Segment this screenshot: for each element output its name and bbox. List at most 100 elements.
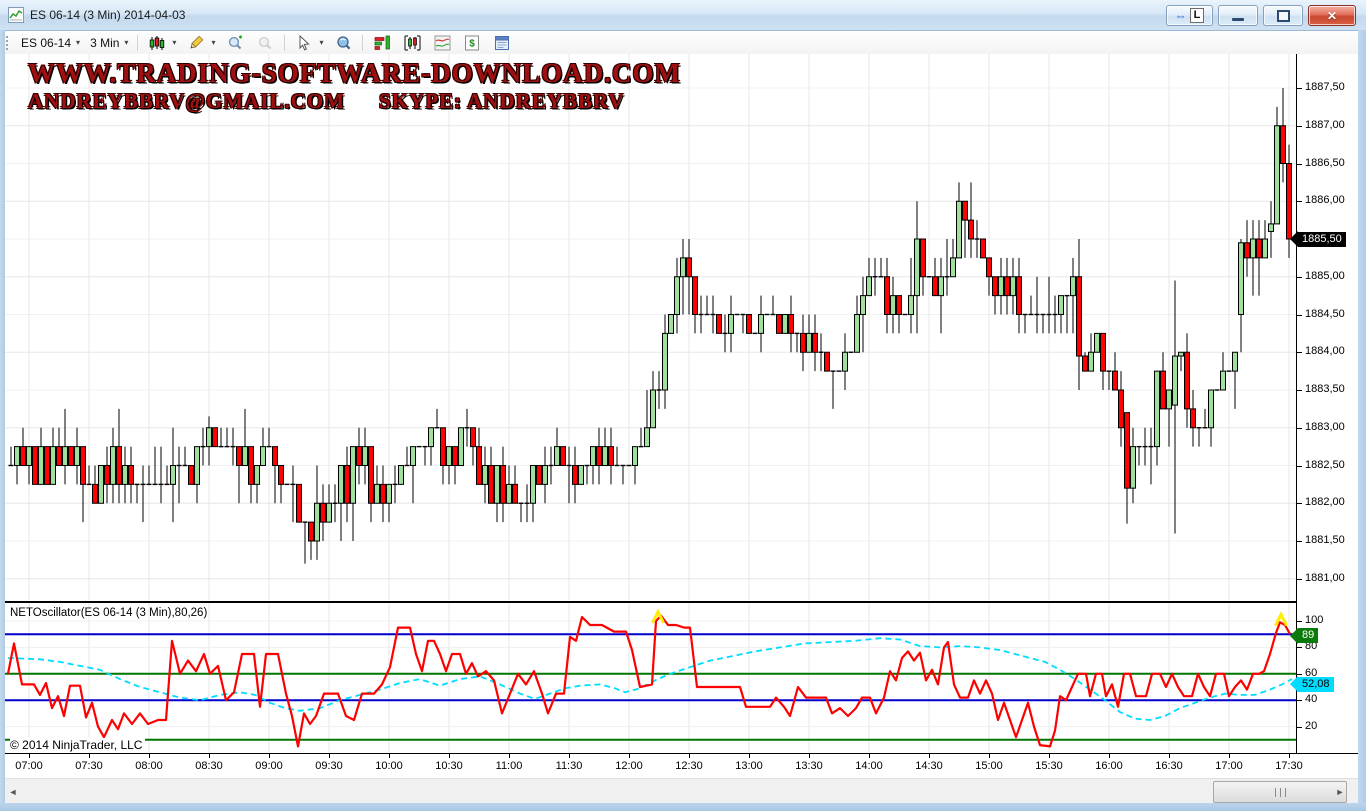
time-tick — [389, 754, 390, 758]
horizontal-scrollbar[interactable]: ◄ ► — [5, 778, 1358, 804]
time-tick — [629, 754, 630, 758]
zoom-out-button[interactable] — [250, 32, 280, 54]
time-tick-label: 13:30 — [789, 760, 829, 772]
data-box-button[interactable] — [487, 32, 517, 54]
market-depth-button[interactable] — [367, 32, 397, 54]
chevron-down-icon: ▾ — [211, 38, 215, 47]
oscillator-signal-badge: 52,08 — [1290, 676, 1334, 692]
window-title: ES 06-14 (3 Min) 2014-04-03 — [30, 8, 185, 22]
toolbar: ES 06-14 ▾ 3 Min ▾ ▾ — [0, 31, 1366, 55]
price-tick — [1297, 579, 1302, 580]
oscillator-plot[interactable] — [5, 603, 1297, 753]
time-axis[interactable]: 07:0007:3008:0008:3009:0009:3010:0010:30… — [5, 753, 1358, 779]
scrollbar-thumb[interactable] — [1213, 781, 1347, 803]
scroll-left-arrow-icon[interactable]: ◄ — [5, 779, 21, 804]
mini-chart-button[interactable] — [427, 32, 457, 54]
time-tick-label: 08:00 — [129, 760, 169, 772]
link-arrows-icon: ⇔ — [1175, 9, 1187, 23]
chart-trader-button[interactable] — [397, 32, 427, 54]
time-tick-label: 10:30 — [429, 760, 469, 772]
time-tick-label: 16:00 — [1089, 760, 1129, 772]
oscillator-tick-label: 40 — [1305, 693, 1317, 705]
draw-tool-button[interactable]: ▾ — [181, 32, 220, 54]
chevron-down-icon: ▾ — [319, 38, 323, 47]
scroll-right-arrow-icon[interactable]: ► — [1332, 779, 1348, 804]
price-tick — [1297, 88, 1302, 89]
toolbar-separator — [284, 35, 285, 51]
time-tick-label: 16:30 — [1149, 760, 1189, 772]
time-tick-label: 07:30 — [69, 760, 109, 772]
time-tick — [329, 754, 330, 758]
chart-window: ES 06-14 (3 Min) 2014-04-03 ⇔ L ✕ ES 06-… — [0, 0, 1366, 811]
copyright-text: © 2014 NinjaTrader, LLC — [10, 738, 145, 752]
price-tick-label: 1883,50 — [1305, 383, 1345, 395]
price-tick — [1297, 164, 1302, 165]
watermark-skype: SKYPE: ANDREYBBRV — [379, 89, 625, 113]
time-tick — [209, 754, 210, 758]
instrument-link-button[interactable]: ⇔ L — [1166, 5, 1213, 26]
time-tick-label: 07:00 — [9, 760, 49, 772]
price-tick-label: 1885,00 — [1305, 270, 1345, 282]
pencil-icon — [186, 34, 206, 52]
instrument-label: ES 06-14 — [21, 36, 71, 50]
time-tick-label: 11:00 — [489, 760, 529, 772]
candlestick-icon — [147, 34, 167, 52]
time-tick — [89, 754, 90, 758]
time-tick — [149, 754, 150, 758]
interval-selector[interactable]: 3 Min ▾ — [85, 34, 133, 52]
price-tick — [1297, 277, 1302, 278]
price-tick-label: 1881,50 — [1305, 534, 1345, 546]
chart-style-button[interactable]: ▾ — [142, 32, 181, 54]
magnifier-button[interactable] — [328, 32, 358, 54]
price-tick-label: 1884,00 — [1305, 345, 1345, 357]
horizontal-bars-icon — [372, 34, 392, 52]
window-border-bottom — [0, 803, 1366, 811]
oscillator-tick — [1297, 674, 1302, 675]
oscillator-tick — [1297, 700, 1302, 701]
chart-trader-icon — [402, 34, 422, 52]
chevron-down-icon: ▾ — [172, 38, 176, 47]
price-tick-label: 1882,00 — [1305, 496, 1345, 508]
price-tick-label: 1884,50 — [1305, 308, 1345, 320]
account-dollar-button[interactable]: $ — [457, 32, 487, 54]
time-tick-label: 09:00 — [249, 760, 289, 772]
watermark-contact: ANDREYBBRV@GMAIL.COMSKYPE: ANDREYBBRV — [28, 89, 681, 113]
time-tick-label: 09:30 — [309, 760, 349, 772]
zoom-in-icon — [225, 34, 245, 52]
main-chart-plot[interactable] — [5, 54, 1297, 601]
title-bar[interactable]: ES 06-14 (3 Min) 2014-04-03 ⇔ L ✕ — [0, 0, 1366, 31]
current-price-badge: 1885,50 — [1290, 231, 1346, 247]
time-tick — [749, 754, 750, 758]
price-tick — [1297, 541, 1302, 542]
restore-button[interactable] — [1263, 5, 1303, 26]
price-tick — [1297, 390, 1302, 391]
svg-text:$: $ — [470, 38, 476, 49]
minimize-button[interactable] — [1218, 5, 1258, 26]
window-controls: ⇔ L ✕ — [1166, 5, 1356, 26]
toolbar-grip[interactable] — [5, 35, 10, 50]
oscillator-tick-label: 100 — [1305, 614, 1323, 626]
cursor-tool-button[interactable]: ▾ — [289, 32, 328, 54]
interval-label: 3 Min — [90, 36, 119, 50]
window-border-right — [1358, 30, 1366, 811]
oscillator-tick — [1297, 647, 1302, 648]
price-axis[interactable]: 1887,501887,001886,501886,001885,501885,… — [1296, 54, 1359, 753]
time-tick — [1109, 754, 1110, 758]
magnifier-icon — [333, 34, 353, 52]
mini-chart-icon — [432, 34, 452, 52]
scrollbar-grip-icon — [1275, 788, 1286, 797]
time-tick — [1049, 754, 1050, 758]
zoom-in-button[interactable] — [220, 32, 250, 54]
oscillator-value-badge: 89 — [1290, 628, 1318, 644]
oscillator-tick — [1297, 727, 1302, 728]
time-tick — [29, 754, 30, 758]
time-tick-label: 14:00 — [849, 760, 889, 772]
minimize-icon — [1232, 18, 1244, 21]
time-tick — [269, 754, 270, 758]
time-tick — [449, 754, 450, 758]
cursor-arrow-icon — [294, 34, 314, 52]
close-button[interactable]: ✕ — [1308, 5, 1356, 26]
time-tick — [569, 754, 570, 758]
instrument-selector[interactable]: ES 06-14 ▾ — [16, 34, 85, 52]
time-tick — [509, 754, 510, 758]
